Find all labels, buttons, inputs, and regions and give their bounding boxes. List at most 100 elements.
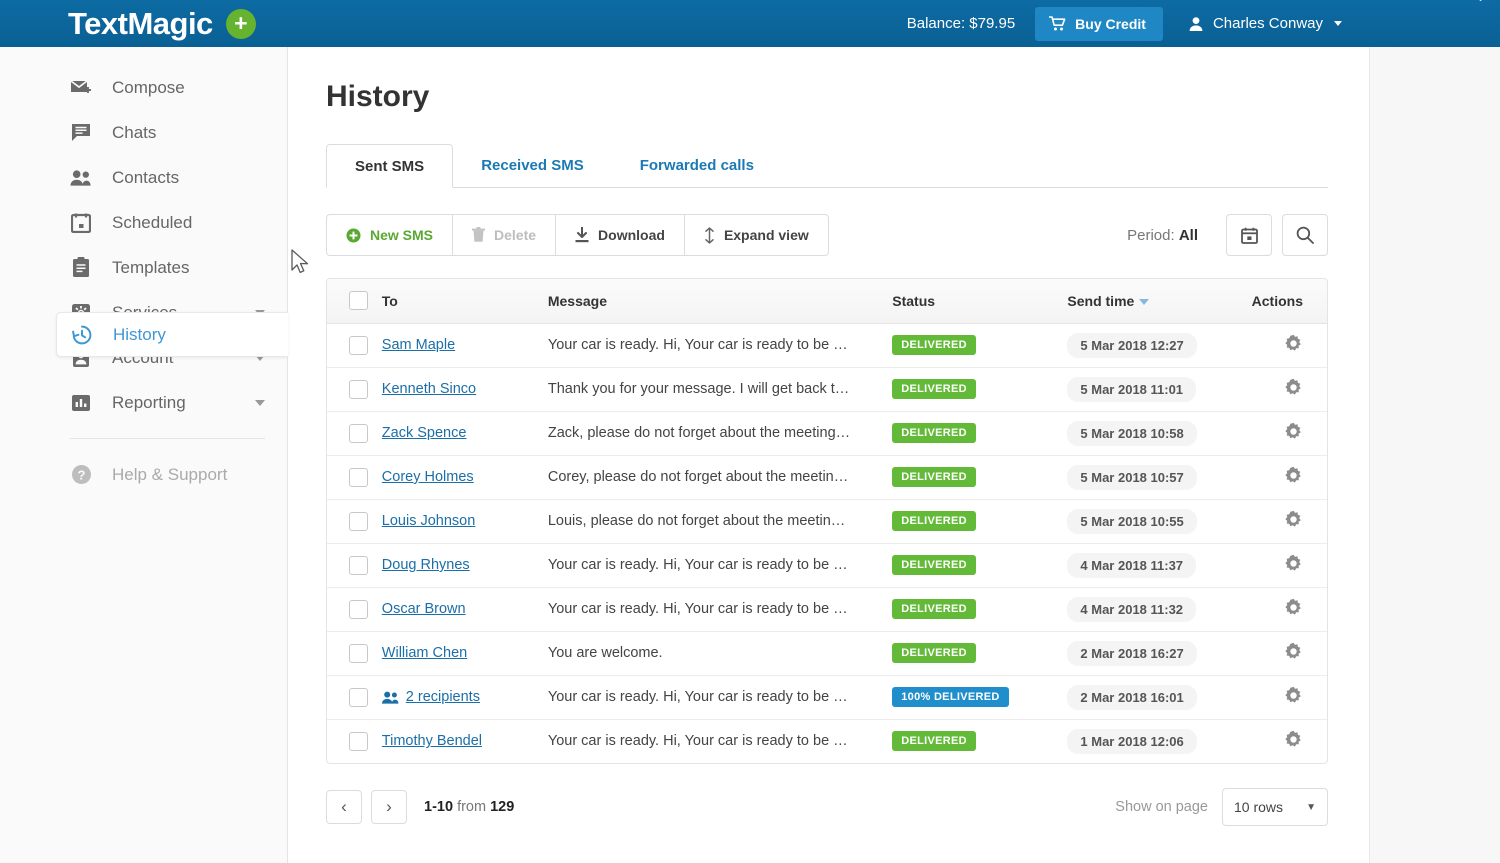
row-settings-gear-icon[interactable] — [1284, 730, 1303, 753]
table-row[interactable]: Sam Maple Your car is ready. Hi, Your car… — [327, 323, 1327, 367]
sidebar-item-chats[interactable]: Chats — [0, 110, 287, 155]
actions-cell — [1252, 675, 1327, 719]
recipient-link[interactable]: Louis Johnson — [382, 513, 548, 529]
row-checkbox[interactable] — [349, 600, 368, 619]
expand-view-button[interactable]: Expand view — [684, 214, 829, 256]
logo-text: TextMagic — [68, 8, 213, 39]
sidebar-divider — [70, 438, 265, 439]
row-settings-gear-icon[interactable] — [1284, 466, 1303, 489]
table-row[interactable]: Oscar BrownYour car is ready. Hi, Your c… — [327, 587, 1327, 631]
sidebar-item-templates[interactable]: Templates — [0, 245, 287, 290]
table-row[interactable]: Zack SpenceZack, please do not forget ab… — [327, 411, 1327, 455]
row-checkbox[interactable] — [349, 688, 368, 707]
column-header-message[interactable]: Message — [548, 279, 892, 323]
main-content-panel: History Sent SMS Received SMS Forwarded … — [288, 47, 1370, 863]
tab-received-sms[interactable]: Received SMS — [453, 143, 612, 187]
add-button-icon[interactable]: + — [226, 9, 256, 39]
sidebar-item-reporting[interactable]: Reporting — [0, 380, 287, 425]
table-row[interactable]: Kenneth SincoThank you for your message.… — [327, 367, 1327, 411]
sidebar-item-contacts[interactable]: Contacts — [0, 155, 287, 200]
pagination-from-word: from — [457, 799, 486, 815]
table-row[interactable]: William ChenYou are welcome.DELIVERED2 M… — [327, 631, 1327, 675]
delete-button[interactable]: Delete — [452, 214, 555, 256]
plus-circle-icon — [346, 228, 361, 243]
period-label: Period: — [1127, 227, 1175, 244]
row-checkbox[interactable] — [349, 468, 368, 487]
download-button[interactable]: Download — [555, 214, 684, 256]
next-page-button[interactable]: › — [371, 790, 407, 824]
row-checkbox[interactable] — [349, 732, 368, 751]
row-settings-gear-icon[interactable] — [1284, 686, 1303, 709]
recipient-link[interactable]: Doug Rhynes — [382, 557, 548, 573]
message-cell: Zack, please do not forget about the mee… — [548, 411, 892, 455]
table-row[interactable]: Louis JohnsonLouis, please do not forget… — [327, 499, 1327, 543]
sidebar-item-help-support[interactable]: ? Help & Support — [0, 452, 287, 497]
period-filter-label: Period: All — [1127, 227, 1198, 244]
column-header-to[interactable]: To — [382, 279, 548, 323]
recipient-link[interactable]: Zack Spence — [382, 425, 548, 441]
expand-vertical-icon — [704, 227, 715, 244]
tab-sent-sms[interactable]: Sent SMS — [326, 144, 453, 188]
row-settings-gear-icon[interactable] — [1284, 642, 1303, 665]
download-icon — [575, 227, 589, 243]
select-all-checkbox[interactable] — [349, 291, 368, 310]
message-preview: Your car is ready. Hi, Your car is ready… — [548, 733, 878, 749]
actions-cell — [1252, 543, 1327, 587]
chevron-down-icon[interactable] — [255, 400, 265, 406]
row-checkbox[interactable] — [349, 512, 368, 531]
column-header-send-time[interactable]: Send time — [1067, 279, 1251, 323]
buy-credit-button[interactable]: Buy Credit — [1035, 7, 1163, 41]
sidebar-item-label: Compose — [112, 78, 185, 98]
compose-icon — [70, 77, 92, 99]
sidebar-item-label: Reporting — [112, 393, 186, 413]
download-label: Download — [598, 227, 665, 243]
templates-icon — [70, 257, 92, 279]
rows-per-page-select[interactable]: 10 rows ▼ — [1222, 788, 1328, 826]
send-time-cell: 4 Mar 2018 11:37 — [1067, 543, 1251, 587]
row-settings-gear-icon[interactable] — [1284, 334, 1303, 357]
recipient-link[interactable]: Kenneth Sinco — [382, 381, 548, 397]
recipient-link[interactable]: William Chen — [382, 645, 548, 661]
table-row[interactable]: 2 recipientsYour car is ready. Hi, Your … — [327, 675, 1327, 719]
recipient-link[interactable]: 2 recipients — [382, 689, 548, 705]
actions-cell — [1252, 631, 1327, 675]
shopping-cart-icon — [1049, 16, 1066, 31]
tab-forwarded-calls[interactable]: Forwarded calls — [612, 143, 782, 187]
expand-view-label: Expand view — [724, 227, 809, 243]
search-button[interactable] — [1282, 214, 1328, 256]
recipient-link[interactable]: Timothy Bendel — [382, 733, 548, 749]
row-checkbox[interactable] — [349, 380, 368, 399]
previous-page-button[interactable]: ‹ — [326, 790, 362, 824]
table-row[interactable]: Timothy BendelYour car is ready. Hi, You… — [327, 719, 1327, 763]
recipient-name: 2 recipients — [406, 689, 480, 705]
new-sms-button[interactable]: New SMS — [326, 214, 452, 256]
sidebar-item-compose[interactable]: Compose — [0, 65, 287, 110]
calendar-icon — [1241, 227, 1258, 244]
recipient-link[interactable]: Corey Holmes — [382, 469, 548, 485]
send-time-cell: 5 Mar 2018 12:27 — [1067, 323, 1251, 367]
brand-logo[interactable]: TextMagic + — [68, 8, 256, 39]
sidebar-navigation: Compose Chats Contacts — [0, 47, 288, 863]
row-settings-gear-icon[interactable] — [1284, 598, 1303, 621]
row-checkbox[interactable] — [349, 424, 368, 443]
user-account-menu[interactable]: Charles Conway — [1188, 15, 1342, 32]
row-checkbox[interactable] — [349, 644, 368, 663]
row-settings-gear-icon[interactable] — [1284, 422, 1303, 445]
sidebar-item-history[interactable]: History — [56, 312, 288, 357]
row-settings-gear-icon[interactable] — [1284, 378, 1303, 401]
row-settings-gear-icon[interactable] — [1284, 554, 1303, 577]
send-time-value: 4 Mar 2018 11:37 — [1067, 553, 1196, 578]
calendar-filter-button[interactable] — [1226, 214, 1272, 256]
row-checkbox[interactable] — [349, 336, 368, 355]
row-settings-gear-icon[interactable] — [1284, 510, 1303, 533]
sidebar-item-scheduled[interactable]: Scheduled — [0, 200, 287, 245]
group-recipients-icon — [382, 691, 399, 704]
table-row[interactable]: Corey HolmesCorey, please do not forget … — [327, 455, 1327, 499]
column-header-status[interactable]: Status — [892, 279, 1067, 323]
row-checkbox[interactable] — [349, 556, 368, 575]
recipient-link[interactable]: Oscar Brown — [382, 601, 548, 617]
recipient-link[interactable]: Sam Maple — [382, 337, 548, 353]
table-row[interactable]: Doug RhynesYour car is ready. Hi, Your c… — [327, 543, 1327, 587]
recipient-name: Sam Maple — [382, 337, 455, 353]
message-preview: Your car is ready. Hi, Your car is ready… — [548, 337, 878, 353]
